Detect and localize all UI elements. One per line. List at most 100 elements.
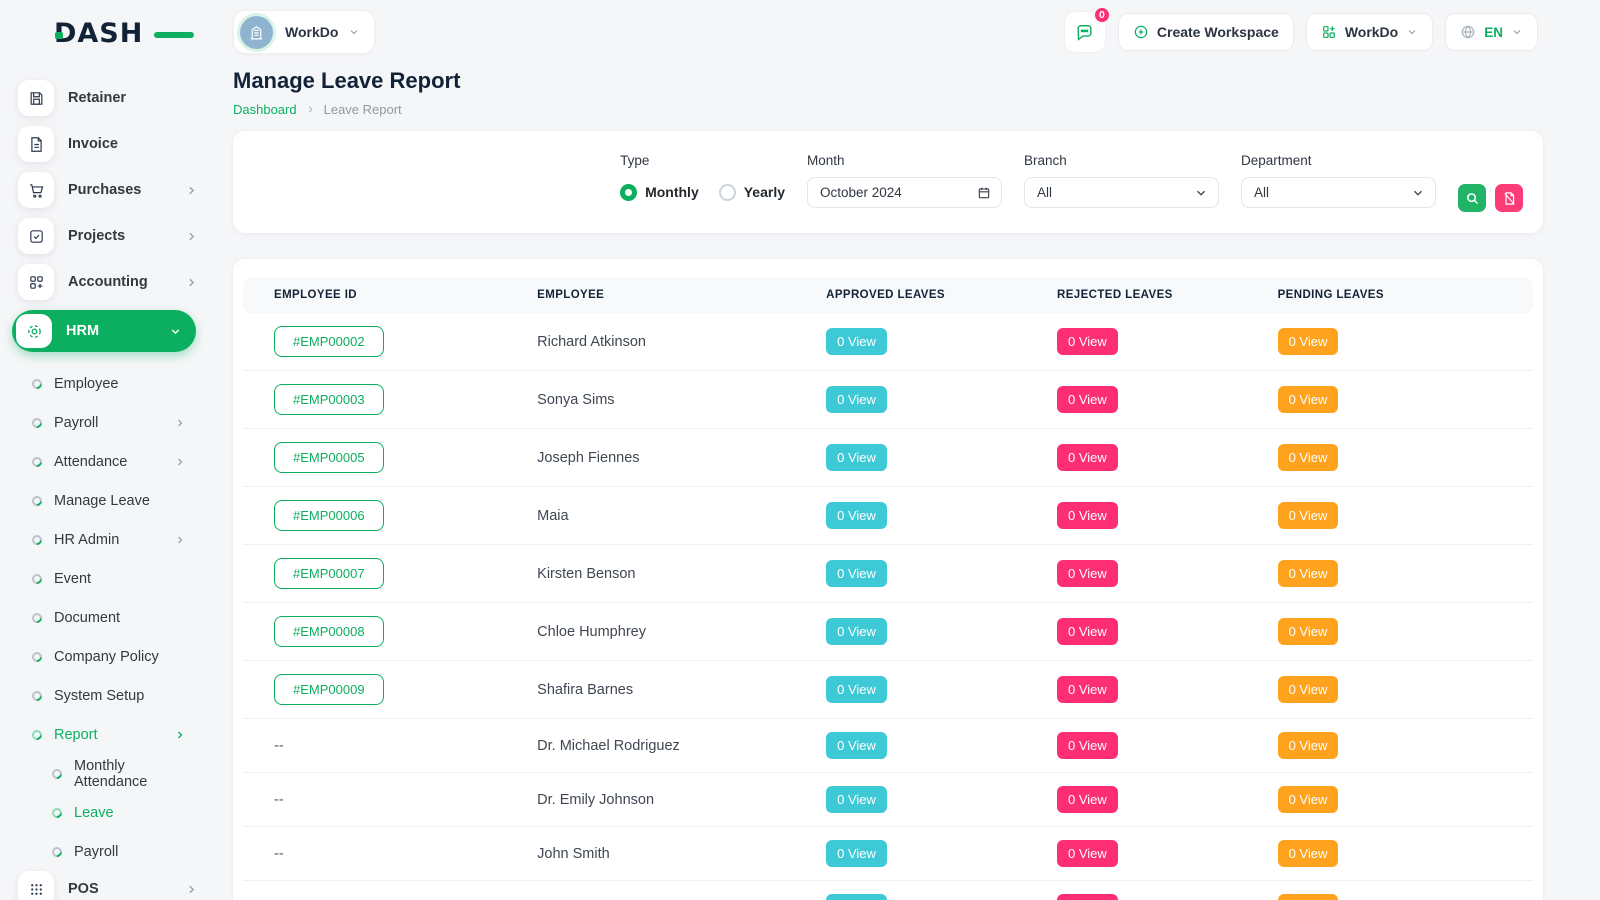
chevron-right-icon [185, 276, 198, 289]
approved-leaves-view-button[interactable]: 0 View [826, 618, 887, 645]
radio-monthly[interactable]: Monthly [620, 184, 699, 201]
sidebar-item-label: Event [54, 571, 186, 587]
employee-id-badge[interactable]: #EMP00007 [274, 558, 384, 589]
approved-leaves-cell: 0 View [795, 313, 1026, 371]
branch-select[interactable]: All [1024, 177, 1219, 208]
employee-id-badge[interactable]: #EMP00003 [274, 384, 384, 415]
messages-button[interactable]: 0 [1064, 11, 1106, 53]
rejected-leaves-view-button[interactable]: 0 View [1057, 328, 1118, 355]
pending-leaves-view-button[interactable]: 0 View [1278, 894, 1339, 900]
approved-leaves-view-button[interactable]: 0 View [826, 894, 887, 900]
employee-id-cell: #EMP00003 [243, 371, 506, 429]
rejected-leaves-view-button[interactable]: 0 View [1057, 786, 1118, 813]
approved-leaves-view-button[interactable]: 0 View [826, 840, 887, 867]
workspace-switcher-label: WorkDo [1345, 24, 1398, 40]
employee-id-badge[interactable]: #EMP00002 [274, 326, 384, 357]
rejected-leaves-view-button[interactable]: 0 View [1057, 444, 1118, 471]
language-selector[interactable]: EN [1445, 13, 1538, 51]
sidebar-item-employee[interactable]: Employee [32, 364, 186, 403]
rejected-leaves-view-button[interactable]: 0 View [1057, 618, 1118, 645]
pending-leaves-view-button[interactable]: 0 View [1278, 444, 1339, 471]
sidebar-item-purchases[interactable]: Purchases [18, 172, 198, 208]
employee-id-badge[interactable]: #EMP00008 [274, 616, 384, 647]
sidebar-item-label: Projects [68, 228, 185, 244]
pending-leaves-view-button[interactable]: 0 View [1278, 676, 1339, 703]
app-logo[interactable]: DASH [54, 18, 174, 52]
sidebar-item-report[interactable]: Report [32, 715, 186, 754]
pending-leaves-view-button[interactable]: 0 View [1278, 786, 1339, 813]
topbar: WorkDo 0 Create Workspace [212, 0, 1600, 54]
sidebar-item-document[interactable]: Document [32, 598, 186, 637]
type-radio-group: Monthly Yearly [620, 177, 785, 207]
bullet-icon [30, 649, 44, 663]
pending-leaves-view-button[interactable]: 0 View [1278, 618, 1339, 645]
pending-leaves-view-button[interactable]: 0 View [1278, 502, 1339, 529]
workspace-selector[interactable]: WorkDo [233, 10, 375, 54]
rejected-leaves-view-button[interactable]: 0 View [1057, 732, 1118, 759]
sidebar-item-label: Payroll [54, 415, 174, 431]
sidebar-item-company-policy[interactable]: Company Policy [32, 637, 186, 676]
column-header-rejected-leaves: REJECTED LEAVES [1026, 277, 1247, 313]
sidebar-item-manage-leave[interactable]: Manage Leave [32, 481, 186, 520]
sidebar-item-hr-admin[interactable]: HR Admin [32, 520, 186, 559]
pending-leaves-view-button[interactable]: 0 View [1278, 328, 1339, 355]
employee-id-badge[interactable]: #EMP00009 [274, 674, 384, 705]
pending-leaves-view-button[interactable]: 0 View [1278, 386, 1339, 413]
rejected-leaves-view-button[interactable]: 0 View [1057, 894, 1118, 900]
sidebar-item-event[interactable]: Event [32, 559, 186, 598]
month-filter: Month October 2024 [807, 153, 1002, 233]
chevron-right-icon [174, 729, 186, 741]
breadcrumb-dashboard-link[interactable]: Dashboard [233, 102, 297, 117]
employee-id-badge[interactable]: #EMP00006 [274, 500, 384, 531]
rejected-leaves-cell: 0 View [1026, 773, 1247, 827]
month-input[interactable]: October 2024 [807, 177, 1002, 208]
sidebar-item-system-setup[interactable]: System Setup [32, 676, 186, 715]
sidebar-item-payroll[interactable]: Payroll [52, 832, 186, 871]
approved-leaves-view-button[interactable]: 0 View [826, 560, 887, 587]
approved-leaves-view-button[interactable]: 0 View [826, 676, 887, 703]
sidebar-item-pos[interactable]: POS [18, 871, 198, 900]
sidebar-item-attendance[interactable]: Attendance [32, 442, 186, 481]
bullet-icon [30, 454, 44, 468]
rejected-leaves-view-button[interactable]: 0 View [1057, 502, 1118, 529]
sidebar-item-hrm[interactable]: HRM [12, 310, 196, 352]
employee-id-badge[interactable]: #EMP00005 [274, 442, 384, 473]
sidebar-item-invoice[interactable]: Invoice [18, 126, 198, 162]
sidebar-item-retainer[interactable]: Retainer [18, 80, 198, 116]
employee-id-empty: -- [274, 846, 284, 862]
rejected-leaves-view-button[interactable]: 0 View [1057, 386, 1118, 413]
approved-leaves-view-button[interactable]: 0 View [826, 502, 887, 529]
rejected-leaves-cell: 0 View [1026, 827, 1247, 881]
reset-filter-button[interactable] [1495, 184, 1523, 212]
sidebar-item-accounting[interactable]: Accounting [18, 264, 198, 300]
approved-leaves-view-button[interactable]: 0 View [826, 328, 887, 355]
approved-leaves-view-button[interactable]: 0 View [826, 786, 887, 813]
column-header-pending-leaves: PENDING LEAVES [1247, 277, 1533, 313]
sidebar-item-projects[interactable]: Projects [18, 218, 198, 254]
employee-name-cell: Dr. Michael Rodriguez [506, 719, 795, 773]
sidebar-item-label: System Setup [54, 688, 186, 704]
approved-leaves-view-button[interactable]: 0 View [826, 444, 887, 471]
create-workspace-button[interactable]: Create Workspace [1118, 13, 1294, 51]
rejected-leaves-view-button[interactable]: 0 View [1057, 560, 1118, 587]
sidebar-item-label: Payroll [74, 844, 186, 860]
workspace-switcher-button[interactable]: WorkDo [1306, 13, 1433, 51]
sidebar-item-label: POS [68, 881, 185, 897]
sidebar-item-payroll[interactable]: Payroll [32, 403, 186, 442]
approved-leaves-cell: 0 View [795, 773, 1026, 827]
sidebar-item-label: Report [54, 727, 174, 743]
radio-yearly[interactable]: Yearly [719, 184, 785, 201]
employee-id-cell: -- [243, 773, 506, 827]
sidebar-item-leave[interactable]: Leave [52, 793, 186, 832]
pending-leaves-view-button[interactable]: 0 View [1278, 732, 1339, 759]
pending-leaves-view-button[interactable]: 0 View [1278, 560, 1339, 587]
department-select[interactable]: All [1241, 177, 1436, 208]
approved-leaves-view-button[interactable]: 0 View [826, 386, 887, 413]
search-button[interactable] [1458, 184, 1486, 212]
sidebar-item-monthly-attendance[interactable]: Monthly Attendance [52, 754, 186, 793]
rejected-leaves-view-button[interactable]: 0 View [1057, 676, 1118, 703]
chevron-right-icon [174, 456, 186, 468]
approved-leaves-view-button[interactable]: 0 View [826, 732, 887, 759]
rejected-leaves-view-button[interactable]: 0 View [1057, 840, 1118, 867]
pending-leaves-view-button[interactable]: 0 View [1278, 840, 1339, 867]
